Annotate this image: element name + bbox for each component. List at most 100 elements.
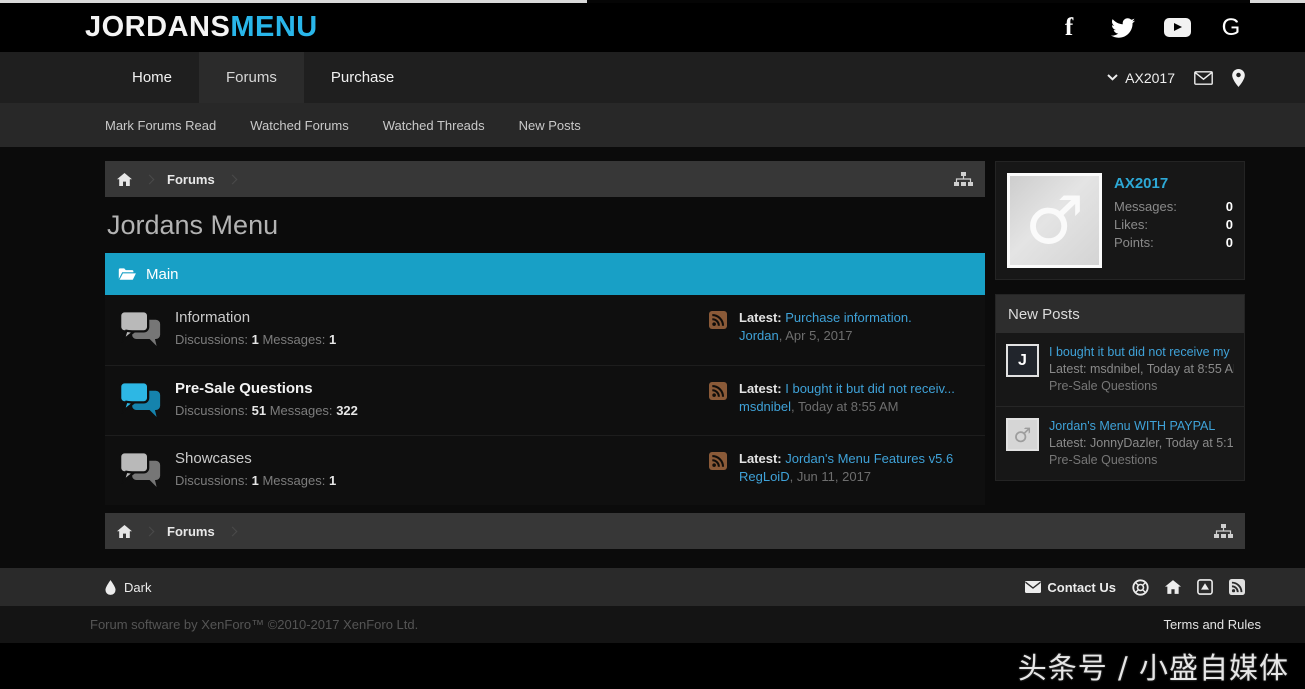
new-posts-title: New Posts bbox=[996, 295, 1244, 333]
nav-tabs: Home Forums Purchase bbox=[105, 52, 421, 103]
forum-row-showcases: Showcases Discussions: 1 Messages: 1 Lat… bbox=[105, 435, 985, 505]
latest-post: Latest: Jordan's Menu Features v5.6 RegL… bbox=[739, 449, 971, 486]
new-post-item: J I bought it but did not receive my ...… bbox=[996, 333, 1244, 406]
tab-home[interactable]: Home bbox=[105, 52, 199, 103]
home-icon[interactable] bbox=[1165, 580, 1181, 594]
new-post-meta: Latest: JonnyDazler, Today at 5:1... bbox=[1049, 435, 1234, 452]
google-icon[interactable]: G bbox=[1217, 14, 1245, 42]
copyright-text: Forum software by XenForo™ ©2010-2017 Xe… bbox=[90, 617, 418, 632]
comments-unread-icon bbox=[119, 381, 161, 418]
comments-icon bbox=[119, 451, 161, 488]
twitter-icon[interactable] bbox=[1109, 14, 1137, 42]
subnav-watched-forums[interactable]: Watched Forums bbox=[250, 118, 349, 133]
sidebar-username[interactable]: AX2017 bbox=[1114, 175, 1233, 192]
breadcrumb-separator bbox=[145, 174, 155, 184]
envelope-icon bbox=[1025, 581, 1041, 593]
latest-thread-link[interactable]: Jordan's Menu Features v5.6 bbox=[785, 451, 953, 466]
site-logo[interactable]: JORDANSMENU bbox=[85, 11, 318, 44]
help-icon[interactable] bbox=[1132, 579, 1149, 596]
latest-user-link[interactable]: msdnibel bbox=[739, 399, 791, 414]
footer-bar: Dark Contact Us bbox=[0, 568, 1305, 606]
style-chooser[interactable]: Dark bbox=[105, 580, 151, 595]
stat-messages: Messages:0 bbox=[1114, 199, 1233, 214]
forum-list: Information Discussions: 1 Messages: 1 L… bbox=[105, 295, 985, 505]
forum-title-link[interactable]: Showcases bbox=[175, 450, 252, 467]
latest-thread-link[interactable]: I bought it but did not receiv... bbox=[785, 381, 955, 396]
visitor-panel: ♂ AX2017 Messages:0 Likes:0 Points:0 bbox=[995, 161, 1245, 280]
rss-icon[interactable] bbox=[709, 382, 727, 400]
page-content: Forums Jordans Menu Main bbox=[0, 147, 1305, 568]
style-label: Dark bbox=[124, 580, 151, 595]
logo-accent: MENU bbox=[230, 11, 317, 43]
page-title: Jordans Menu bbox=[107, 210, 985, 241]
sitemap-icon[interactable] bbox=[1214, 524, 1233, 539]
forum-title-link[interactable]: Information bbox=[175, 309, 250, 326]
new-post-forum: Pre-Sale Questions bbox=[1049, 452, 1234, 469]
chevron-down-icon bbox=[1107, 74, 1118, 81]
forum-stats: Discussions: 1 Messages: 1 bbox=[175, 473, 709, 488]
new-post-meta: Latest: msdnibel, Today at 8:55 AM bbox=[1049, 361, 1234, 378]
folder-open-icon bbox=[118, 267, 136, 281]
tab-purchase[interactable]: Purchase bbox=[304, 52, 421, 103]
latest-post: Latest: I bought it but did not receiv..… bbox=[739, 379, 971, 416]
rss-icon[interactable] bbox=[709, 311, 727, 329]
legal-row: Forum software by XenForo™ ©2010-2017 Xe… bbox=[0, 606, 1305, 643]
account-area: AX2017 bbox=[1107, 52, 1245, 103]
top-icon[interactable] bbox=[1197, 579, 1213, 595]
facebook-icon[interactable]: f bbox=[1055, 14, 1083, 42]
new-post-thread-link[interactable]: Jordan's Menu WITH PAYPAL bbox=[1049, 418, 1234, 435]
category-main[interactable]: Main bbox=[105, 253, 985, 295]
forum-row-pre-sale-questions: Pre-Sale Questions Discussions: 51 Messa… bbox=[105, 365, 985, 435]
latest-post: Latest: Purchase information. Jordan, Ap… bbox=[739, 308, 971, 345]
avatar[interactable]: ♂ bbox=[1006, 418, 1039, 451]
breadcrumb: Forums bbox=[105, 161, 985, 197]
youtube-icon[interactable] bbox=[1163, 14, 1191, 42]
breadcrumb-forums[interactable]: Forums bbox=[167, 524, 215, 539]
sub-nav: Mark Forums Read Watched Forums Watched … bbox=[0, 103, 1305, 147]
location-pin-icon[interactable] bbox=[1232, 69, 1245, 87]
subnav-new-posts[interactable]: New Posts bbox=[519, 118, 581, 133]
stat-likes: Likes:0 bbox=[1114, 217, 1233, 232]
forum-stats: Discussions: 51 Messages: 322 bbox=[175, 403, 709, 418]
new-post-forum: Pre-Sale Questions bbox=[1049, 378, 1234, 395]
stat-points: Points:0 bbox=[1114, 235, 1233, 250]
watermark-text: 头条号 / 小盛自媒体 bbox=[1018, 645, 1289, 687]
new-posts-panel: New Posts J I bought it but did not rece… bbox=[995, 294, 1245, 481]
breadcrumb-bottom: Forums bbox=[105, 513, 1245, 549]
subnav-watched-threads[interactable]: Watched Threads bbox=[383, 118, 485, 133]
inbox-icon[interactable] bbox=[1194, 71, 1213, 85]
avatar[interactable]: J bbox=[1006, 344, 1039, 377]
latest-user-link[interactable]: RegLoiD bbox=[739, 469, 790, 484]
rss-icon[interactable] bbox=[709, 452, 727, 470]
contact-us-link[interactable]: Contact Us bbox=[1025, 580, 1116, 595]
comments-icon bbox=[119, 310, 161, 347]
breadcrumb-separator bbox=[145, 526, 155, 536]
youtube-play-shape bbox=[1164, 18, 1191, 37]
latest-user-link[interactable]: Jordan bbox=[739, 328, 779, 343]
home-icon[interactable] bbox=[117, 525, 132, 538]
logo-primary: JORDANS bbox=[85, 11, 230, 43]
new-post-thread-link[interactable]: I bought it but did not receive my ... bbox=[1049, 344, 1234, 361]
category-title: Main bbox=[146, 266, 179, 283]
forum-row-information: Information Discussions: 1 Messages: 1 L… bbox=[105, 295, 985, 365]
avatar[interactable]: ♂ bbox=[1007, 173, 1102, 268]
breadcrumb-forums[interactable]: Forums bbox=[167, 172, 215, 187]
terms-and-rules-link[interactable]: Terms and Rules bbox=[1163, 617, 1261, 632]
forum-title-link[interactable]: Pre-Sale Questions bbox=[175, 380, 313, 397]
latest-thread-link[interactable]: Purchase information. bbox=[785, 310, 911, 325]
subnav-mark-forums-read[interactable]: Mark Forums Read bbox=[105, 118, 216, 133]
rss-icon[interactable] bbox=[1229, 579, 1245, 595]
sitemap-icon[interactable] bbox=[954, 172, 973, 187]
header: JORDANSMENU f G bbox=[0, 3, 1305, 52]
watermark-band: 头条号 / 小盛自媒体 bbox=[0, 643, 1305, 689]
breadcrumb-separator bbox=[227, 174, 237, 184]
droplet-icon bbox=[105, 580, 116, 595]
home-icon[interactable] bbox=[117, 173, 132, 186]
new-post-item: ♂ Jordan's Menu WITH PAYPAL Latest: Jonn… bbox=[996, 406, 1244, 480]
breadcrumb-separator bbox=[227, 526, 237, 536]
account-menu[interactable]: AX2017 bbox=[1107, 70, 1175, 86]
social-links: f G bbox=[1055, 14, 1255, 42]
contact-us-label: Contact Us bbox=[1047, 580, 1116, 595]
forum-stats: Discussions: 1 Messages: 1 bbox=[175, 332, 709, 347]
tab-forums[interactable]: Forums bbox=[199, 52, 304, 103]
